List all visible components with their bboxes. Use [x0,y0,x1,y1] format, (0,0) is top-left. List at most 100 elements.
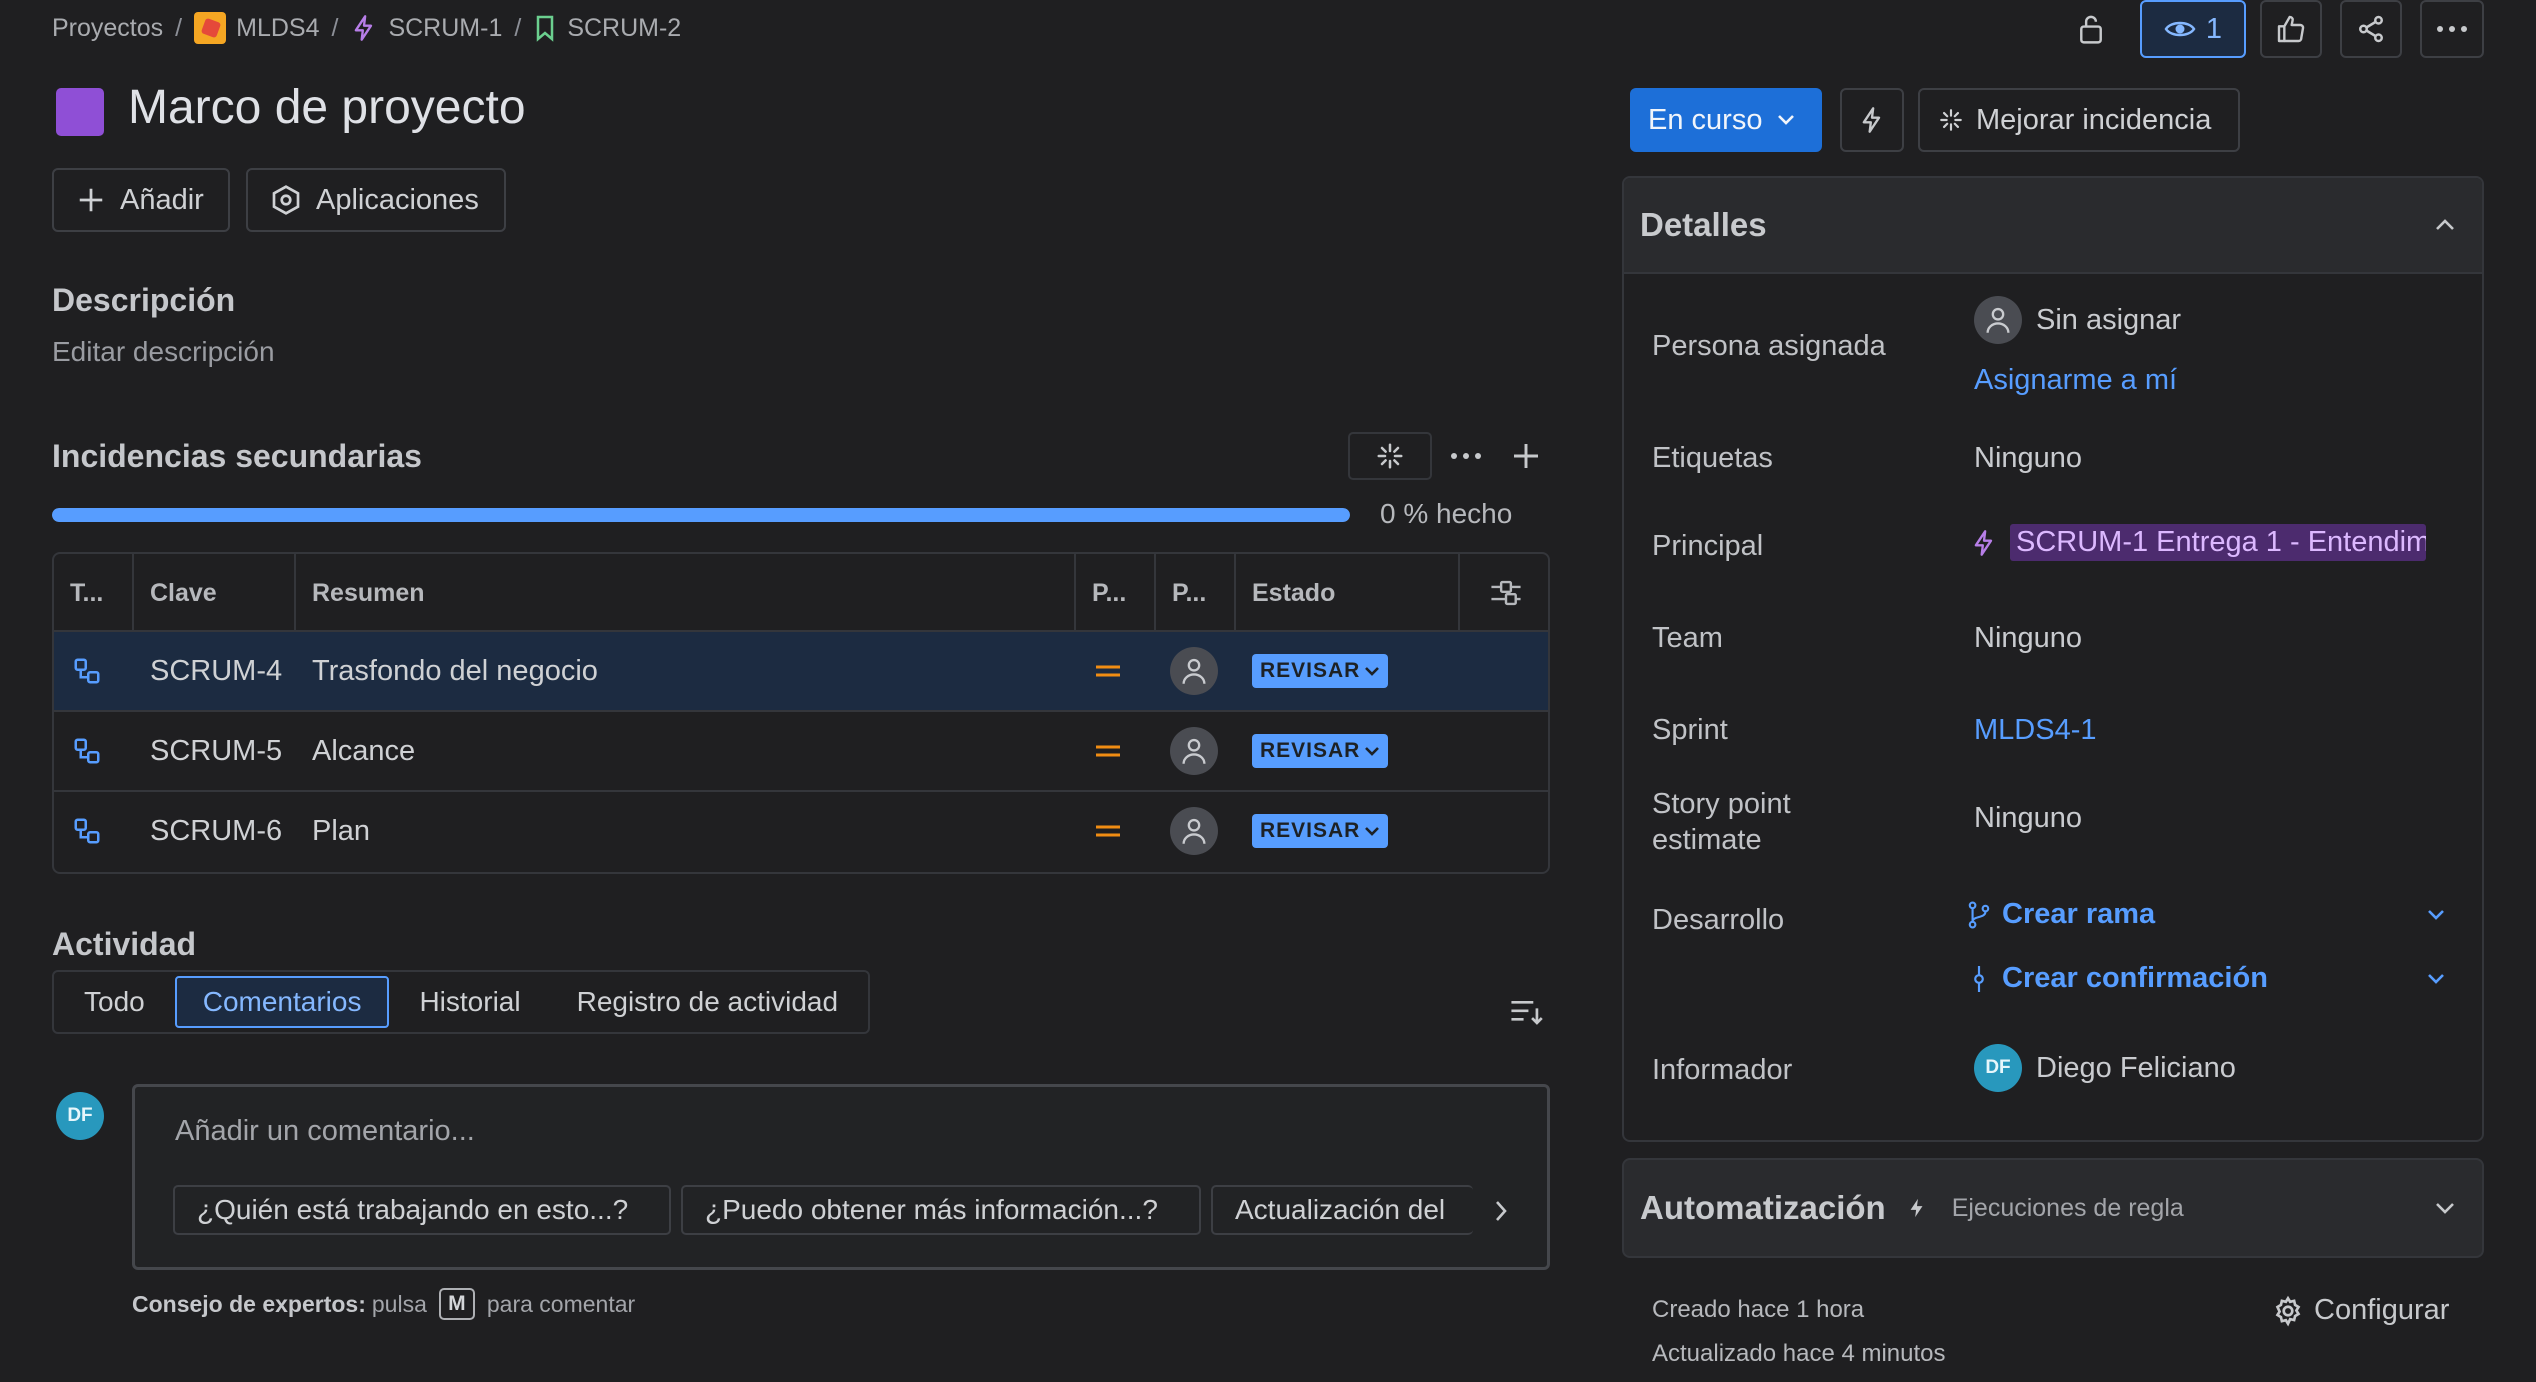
row-key[interactable]: SCRUM-6 [150,792,282,870]
tab-activity-log[interactable]: Registro de actividad [551,976,864,1028]
column-priority[interactable]: P... [1076,554,1156,632]
comment-input[interactable]: Añadir un comentario... [175,1115,475,1148]
details-title: Detalles [1640,206,1767,243]
row-status-cell: REVISAR [1252,792,1389,870]
epic-lightning-icon [1970,526,1998,560]
child-more-button[interactable] [1446,440,1486,472]
configure-label: Configurar [2314,1294,2450,1326]
sort-button[interactable] [1506,994,1546,1030]
plus-icon [1510,440,1542,472]
status-badge[interactable]: REVISAR [1252,654,1389,688]
chevron-down-icon [2426,972,2446,986]
assign-to-me-link[interactable]: Asignarme a mí [1974,364,2177,397]
sprint-value[interactable]: MLDS4-1 [1974,714,2097,747]
share-button[interactable] [2340,0,2402,58]
parent-label: Principal [1652,530,1764,562]
configure-button[interactable]: Configurar [2272,1294,2449,1327]
breadcrumb-separator: / [331,13,339,42]
row-summary[interactable]: Trasfondo del negocio [312,632,598,710]
sort-icon [1509,997,1543,1027]
watch-button[interactable]: 1 [2140,0,2246,58]
create-branch-button[interactable]: Crear rama [1966,898,2456,931]
status-transition-button[interactable]: En curso [1630,88,1822,152]
like-button[interactable] [2260,0,2322,58]
team-value[interactable]: Ninguno [1974,622,2082,655]
table-row[interactable]: SCRUM-5 Alcance REVISAR [54,712,1548,792]
eye-icon [2164,17,2196,41]
pro-tip-pre: pulsa [371,1290,427,1317]
column-summary[interactable]: Resumen [296,554,1076,632]
tab-comments[interactable]: Comentarios [174,976,390,1028]
column-status[interactable]: Estado [1236,554,1460,632]
breadcrumb-story[interactable]: SCRUM-2 [533,14,681,43]
lock-button[interactable] [2062,0,2120,58]
suggestion-chip[interactable]: ¿Quién está trabajando en esto...? [173,1185,671,1235]
suggestions-next-button[interactable] [1481,1193,1521,1229]
tab-history[interactable]: Historial [393,976,546,1028]
table-row[interactable]: SCRUM-4 Trasfondo del negocio REVISAR [54,632,1548,712]
tab-all[interactable]: Todo [58,976,171,1028]
details-header[interactable]: Detalles [1624,178,2482,274]
issue-type-icon[interactable] [56,88,104,136]
unassigned-avatar-icon [1974,296,2022,344]
column-person[interactable]: P... [1156,554,1236,632]
subtask-icon [72,712,102,790]
status-badge[interactable]: REVISAR [1252,734,1389,768]
add-button[interactable]: Añadir [52,168,230,232]
details-panel: Detalles Persona asignada Sin asignar As… [1622,176,2484,1142]
description-editor[interactable]: Editar descripción [52,336,275,368]
chevron-right-icon [1494,1199,1508,1223]
issue-title[interactable]: Marco de proyecto [128,80,526,135]
row-assignee-avatar[interactable] [1170,632,1218,710]
chevron-down-icon [1776,113,1796,127]
table-header: T... Clave Resumen P... P... Estado [54,554,1548,632]
priority-medium-icon [1094,792,1122,870]
ai-suggest-button[interactable] [1348,432,1432,480]
thumbs-up-icon [2275,13,2307,45]
story-points-value[interactable]: Ninguno [1974,802,2082,835]
reporter-field[interactable]: DF Diego Feliciano [1974,1044,2236,1092]
row-key[interactable]: SCRUM-4 [150,632,282,710]
current-user-avatar[interactable]: DF [56,1092,104,1140]
apps-button[interactable]: Aplicaciones [246,168,506,232]
breadcrumb-epic[interactable]: SCRUM-1 [350,13,502,43]
assignee-field[interactable]: Sin asignar [1974,296,2181,344]
suggestion-chip[interactable]: ¿Puedo obtener más información...? [681,1185,1201,1235]
status-badge-label: REVISAR [1260,739,1361,762]
row-assignee-avatar[interactable] [1170,712,1218,790]
row-summary[interactable]: Alcance [312,712,415,790]
automation-panel[interactable]: Automatización Ejecuciones de regla [1622,1158,2484,1258]
pro-tip-post: para comentar [486,1290,636,1317]
watchers-count: 1 [2205,12,2223,45]
column-type[interactable]: T... [54,554,134,632]
column-key[interactable]: Clave [134,554,296,632]
assignee-label: Persona asignada [1652,330,1886,362]
status-label: En curso [1648,103,1763,136]
chevron-down-icon [1364,745,1380,757]
improve-issue-label: Mejorar incidencia [1976,103,2212,136]
column-settings-button[interactable] [1460,554,1548,632]
create-commit-button[interactable]: Crear confirmación [1966,962,2456,995]
breadcrumb-project[interactable]: MLDS4 [194,12,320,44]
more-actions-button[interactable] [2420,0,2484,58]
row-assignee-avatar[interactable] [1170,792,1218,870]
chevron-up-icon[interactable] [2434,218,2456,232]
table-row[interactable]: SCRUM-6 Plan REVISAR [54,792,1548,872]
breadcrumb-projects[interactable]: Proyectos [52,14,163,43]
row-summary[interactable]: Plan [312,792,370,870]
priority-medium-icon [1094,632,1122,710]
automation-actions-button[interactable] [1840,88,1904,152]
progress-label: 0 % hecho [1380,498,1513,529]
create-child-button[interactable] [1508,438,1544,474]
suggestion-chip[interactable]: Actualización del [1211,1185,1473,1235]
comment-composer[interactable]: Añadir un comentario... ¿Quién está trab… [132,1084,1550,1270]
created-timestamp: Creado hace 1 hora [1652,1296,1865,1323]
commit-icon [1966,963,1992,995]
labels-value[interactable]: Ninguno [1974,442,2082,475]
status-badge[interactable]: REVISAR [1252,814,1389,848]
parent-field[interactable]: SCRUM-1 Entrega 1 - Entendimi [1970,524,2426,561]
lightning-icon [1906,1193,1928,1223]
improve-issue-button[interactable]: Mejorar incidencia [1918,88,2240,152]
development-label: Desarrollo [1652,904,1785,936]
row-key[interactable]: SCRUM-5 [150,712,282,790]
